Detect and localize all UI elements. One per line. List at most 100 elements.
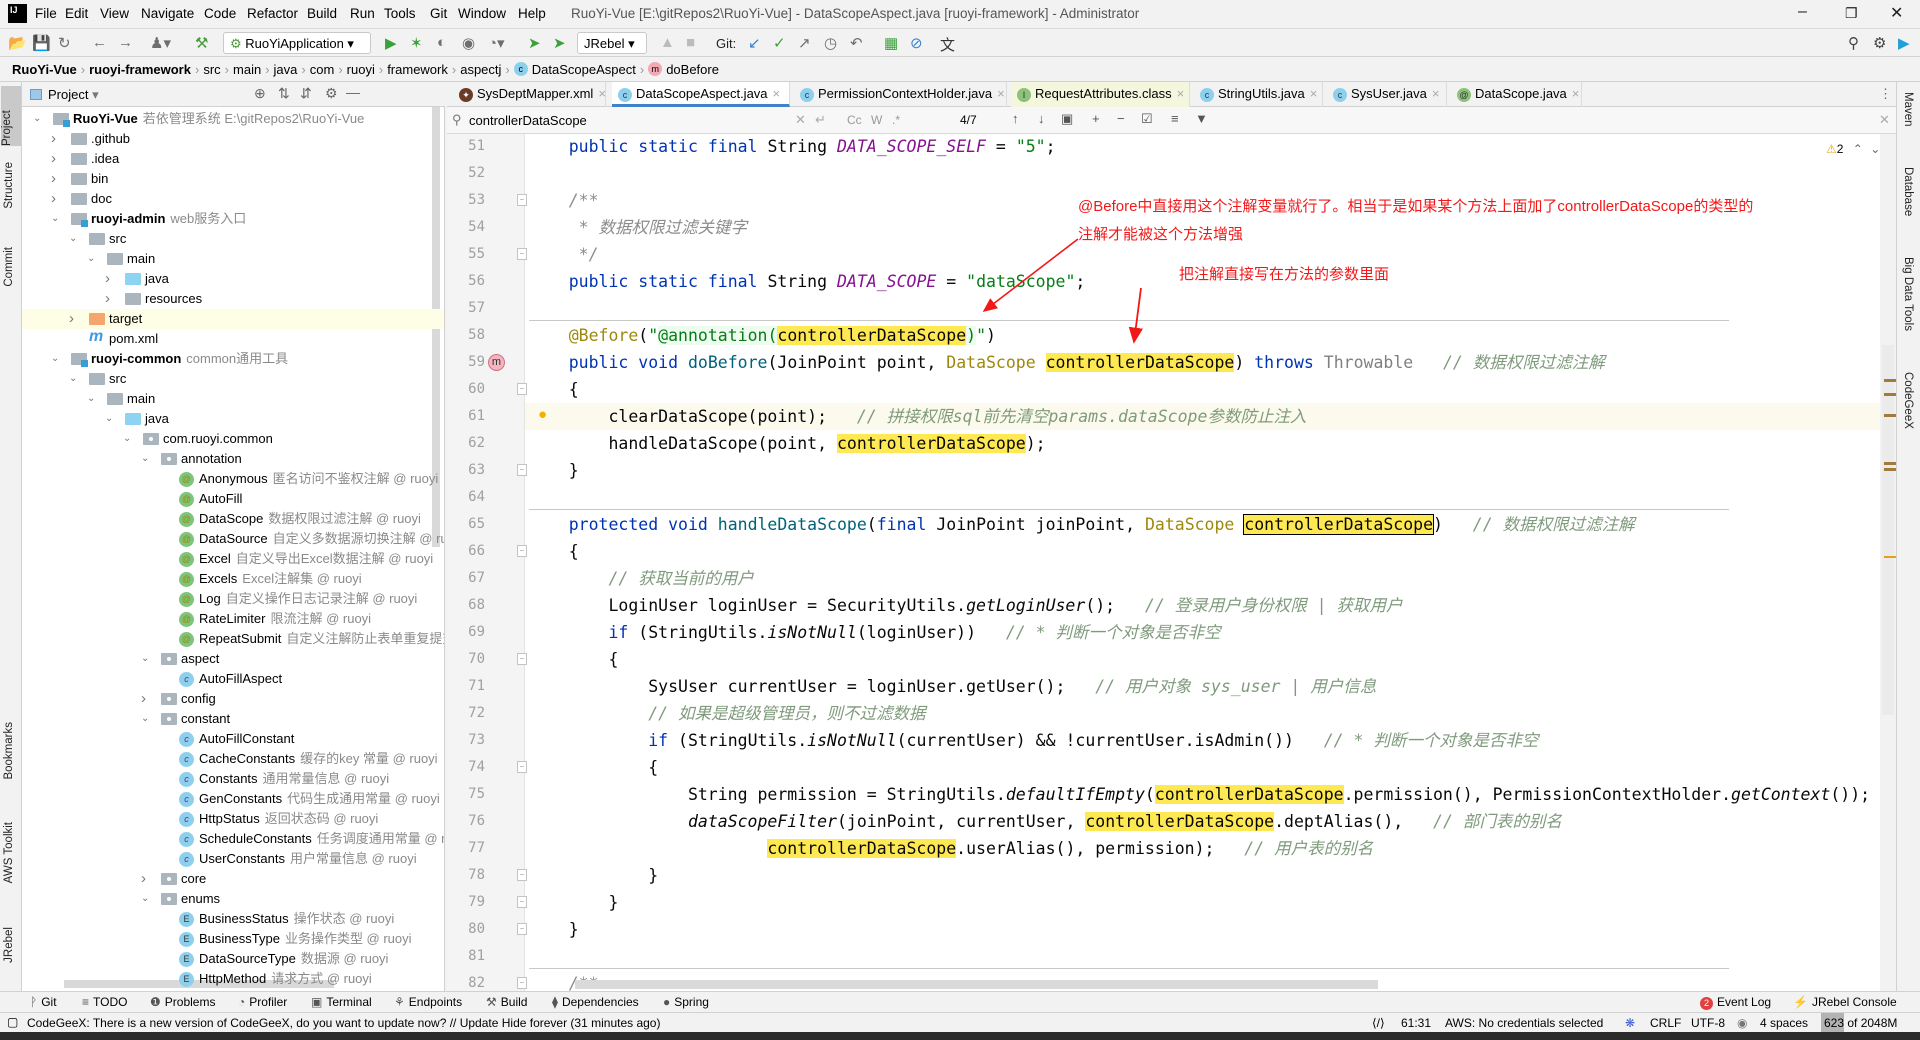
tab-stringutils-java[interactable]: c StringUtils.java × [1194,82,1323,107]
code-line[interactable]: */ [529,241,599,268]
indent-setting[interactable]: 4 spaces [1760,1016,1808,1030]
tool-window-todo[interactable]: ≡ TODO [82,995,127,1009]
stripe-maven[interactable]: Maven [1902,92,1914,127]
tool-window-spring[interactable]: ● Spring [663,995,709,1009]
memory-indicator[interactable]: 623 of 2048M [1824,1016,1897,1030]
tree-item[interactable]: › doc [22,189,444,209]
forward-icon[interactable]: → [118,34,133,51]
file-encoding[interactable]: UTF-8 [1691,1016,1725,1030]
stripe-aws-toolkit[interactable]: AWS Toolkit [3,822,15,883]
breadcrumb-item[interactable]: src [203,62,220,77]
build-hammer-icon[interactable]: ⚒ [195,34,208,52]
line-number[interactable]: 65 [447,511,485,538]
menu-refactor[interactable]: Refactor [247,6,298,21]
line-number[interactable]: 80 [447,916,485,943]
open-folder-icon[interactable]: 📂 [8,34,27,52]
tree-item[interactable]: › config [22,689,444,709]
breadcrumb-item[interactable]: DataScopeAspect [532,62,636,77]
tree-item[interactable]: › .idea [22,149,444,169]
close-tab-icon[interactable]: × [598,86,606,101]
line-number[interactable]: 61 [447,403,485,430]
line-number[interactable]: 72 [447,700,485,727]
line-number[interactable]: 67 [447,565,485,592]
next-match-icon[interactable]: ↓ [1038,111,1045,126]
new-line-icon[interactable]: ↵ [815,112,826,128]
breadcrumb-item[interactable]: com [310,62,335,77]
monitor-icon[interactable]: ▦ [884,34,898,52]
run-icon[interactable]: ▶ [385,34,397,52]
close-window-button[interactable]: ✕ [1890,3,1903,23]
project-view-dropdown[interactable]: Project ▾ [48,87,99,103]
tree-item[interactable]: c ScheduleConstants 任务调度通用常量 @ ruoyi [22,829,444,849]
tree-item[interactable]: c CacheConstants 缓存的key 常量 @ ruoyi [22,749,444,769]
tree-item[interactable]: c HttpStatus 返回状态码 @ ruoyi [22,809,444,829]
line-number[interactable]: 63 [447,457,485,484]
close-tab-icon[interactable]: × [1432,86,1440,101]
git-commit-icon[interactable]: ✓ [773,34,786,52]
tree-item[interactable]: ⌄ src [22,369,444,389]
tree-item[interactable]: @ Excel 自定义导出Excel数据注解 @ ruoyi [22,549,444,569]
line-number[interactable]: 74 [447,754,485,781]
tab-datascopeaspect-java[interactable]: c DataScopeAspect.java × [612,82,790,107]
menu-window[interactable]: Window [458,6,506,21]
chevron-down-icon[interactable]: ⌄ [141,889,149,909]
editor-scrollbar[interactable] [1882,345,1894,715]
chevron-down-icon[interactable]: ⌄ [69,369,77,389]
coverage-icon[interactable]: ◐ [437,34,446,51]
breadcrumb-item[interactable]: RuoYi-Vue [12,62,77,77]
search-icon[interactable]: ⚲ [452,112,462,128]
disable-icon[interactable]: ⊘ [910,34,923,52]
tree-item[interactable]: › core [22,869,444,889]
code-line[interactable]: controllerDataScope.userAlias(), permiss… [529,835,1373,862]
menu-run[interactable]: Run [350,6,375,21]
tab-sysdeptmapper-xml[interactable]: ✦ SysDeptMapper.xml × [453,82,606,107]
line-number[interactable]: 79 [447,889,485,916]
error-stripe-mark[interactable] [1884,414,1896,417]
git-update-icon[interactable]: ↙ [748,34,761,52]
fold-marker-icon[interactable]: − [517,653,527,665]
code-line[interactable]: * 数据权限过滤关键字 [529,214,747,241]
translate-icon[interactable]: 文 [940,34,955,55]
codegeex-icon[interactable]: ▶ [1898,34,1910,52]
line-number[interactable]: 78 [447,862,485,889]
intention-bulb-icon[interactable]: ● [538,406,547,423]
tree-item[interactable]: E DataSourceType 数据源 @ ruoyi [22,949,444,969]
tool-window-terminal[interactable]: ▣ Terminal [311,995,372,1009]
tree-item[interactable]: ⌄ com.ruoyi.common [22,429,444,449]
remove-occurrence-icon[interactable]: − [1117,111,1125,126]
collapse-all-icon[interactable]: ⇵ [300,85,312,102]
search-everywhere-icon[interactable]: ⚲ [1848,34,1859,52]
line-number[interactable]: 70 [447,646,485,673]
options-gear-icon[interactable]: ⚙ [325,85,338,102]
select-all-occurrences-icon[interactable]: ▣ [1061,111,1073,127]
chevron-down-icon[interactable]: ⌄ [87,389,95,409]
close-find-icon[interactable]: ✕ [1879,112,1890,128]
line-number[interactable]: 81 [447,943,485,970]
tool-window-dependencies[interactable]: ⧫ Dependencies [552,995,639,1009]
line-number[interactable]: 60 [447,376,485,403]
tree-item[interactable]: c UserConstants 用户常量信息 @ ruoyi [22,849,444,869]
stripe-big-data-tools[interactable]: Big Data Tools [1902,257,1914,331]
caret-position[interactable]: 61:31 [1401,1016,1431,1030]
history-icon[interactable]: ◷ [824,34,837,52]
add-occurrence-icon[interactable]: + [1092,111,1100,126]
close-tab-icon[interactable]: × [1572,86,1580,101]
tree-item[interactable]: ⌄ RuoYi-Vue 若依管理系统 E:\gitRepos2\RuoYi-Vue [22,109,444,129]
menu-view[interactable]: View [100,6,129,21]
tab-requestattributes-class[interactable]: I RequestAttributes.class × [1011,82,1190,107]
menu-code[interactable]: Code [204,6,236,21]
tabs-more-icon[interactable]: ⋮ [1879,86,1892,102]
tree-item[interactable]: ⌄ main [22,389,444,409]
breadcrumb-item[interactable]: main [233,62,261,77]
line-number[interactable]: 69 [447,619,485,646]
stripe-codegeex[interactable]: CodeGeeX [1902,372,1914,429]
chevron-right-icon[interactable]: › [51,149,56,169]
line-number[interactable]: 54 [447,214,485,241]
line-number[interactable]: 56 [447,268,485,295]
code-line[interactable]: protected void handleDataScope(final Joi… [529,511,1635,538]
code-line[interactable]: public static final String DATA_SCOPE_SE… [529,133,1056,160]
tab-datascope-java[interactable]: @ DataScope.java × [1451,82,1582,107]
code-line[interactable]: if (StringUtils.isNotNull(currentUser) &… [529,727,1538,754]
run-config-dropdown[interactable]: ⚙ RuoYiApplication ▾ [223,32,371,54]
menu-file[interactable]: File [35,6,57,21]
